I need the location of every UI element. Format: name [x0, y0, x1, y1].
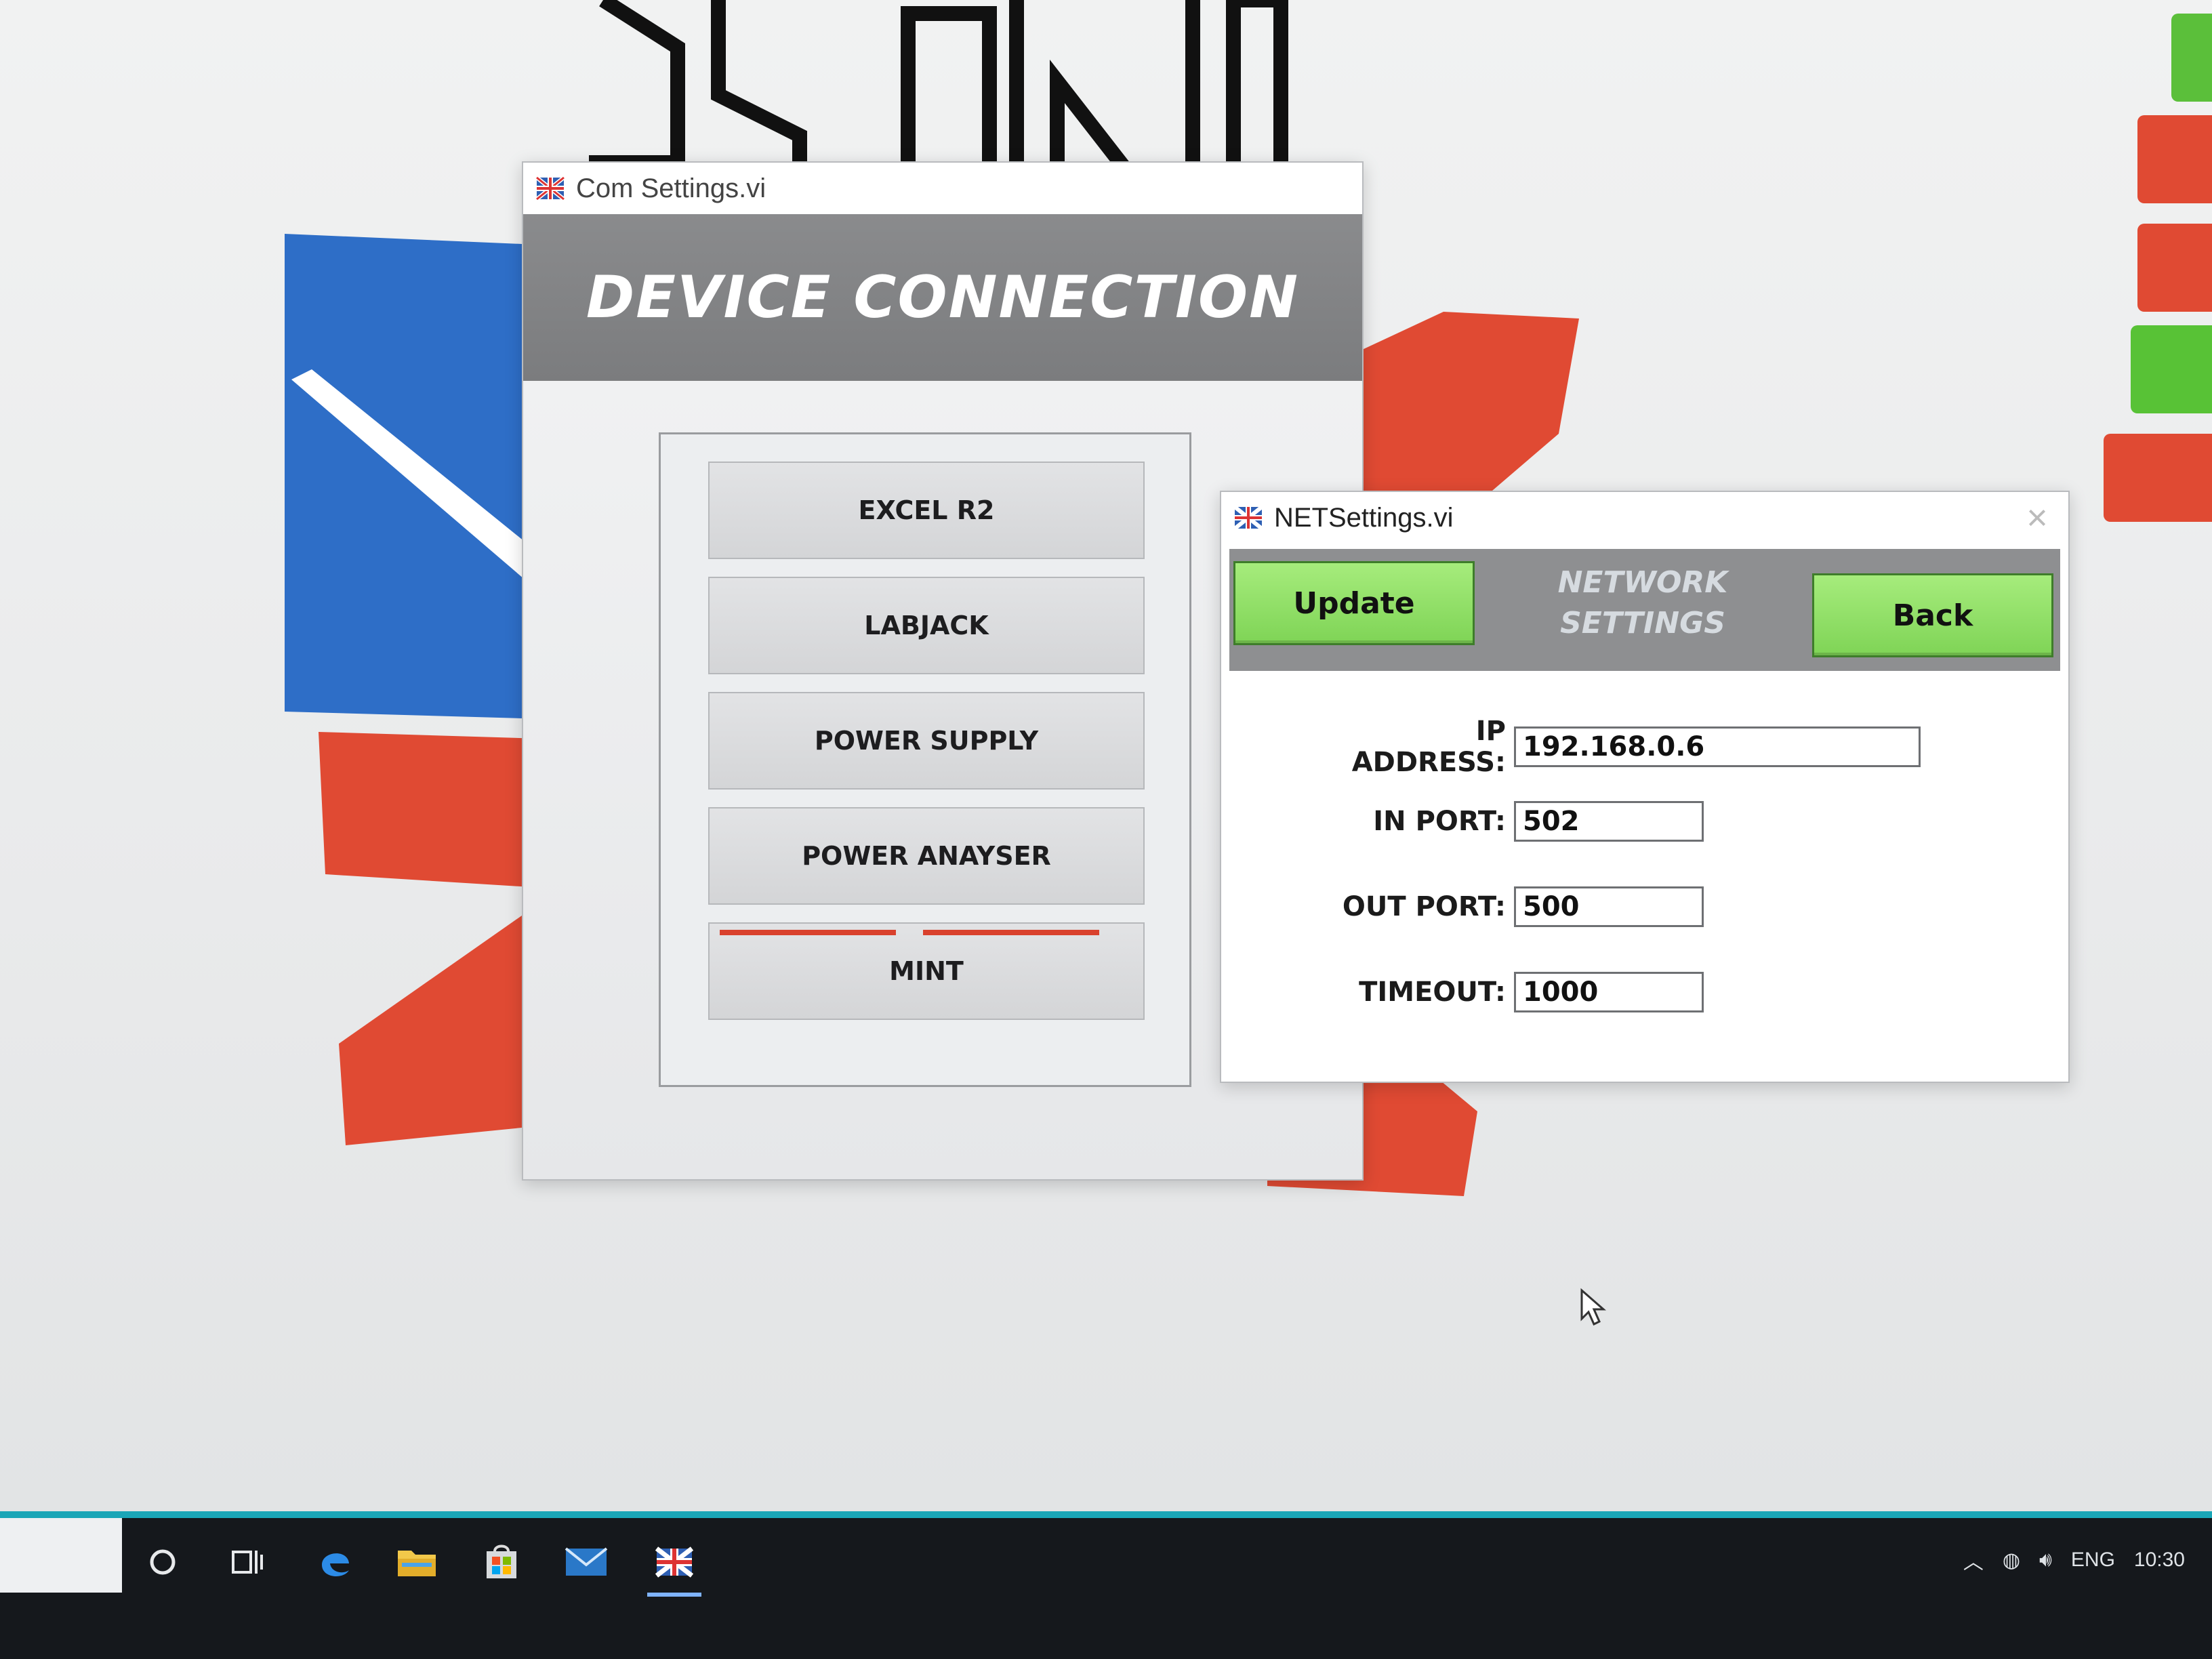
out-port-row: OUT PORT:: [1323, 886, 1704, 927]
mouse-cursor-icon: [1580, 1288, 1606, 1326]
system-tray: ︿ ◍ 🔊︎ ENG 10:30: [1963, 1545, 2185, 1575]
file-explorer-icon[interactable]: [393, 1538, 441, 1586]
mint-button[interactable]: MINT: [708, 922, 1145, 1020]
power-supply-button[interactable]: POWER SUPPLY: [708, 692, 1145, 790]
taskbar-start-area[interactable]: [0, 1518, 122, 1593]
in-port-field[interactable]: [1514, 801, 1704, 842]
volume-icon[interactable]: 🔊︎: [2039, 1549, 2052, 1572]
taskbar-active-indicator: [647, 1593, 701, 1597]
update-button[interactable]: Update: [1233, 561, 1475, 645]
device-connection-header: DEVICE CONNECTION: [523, 214, 1362, 408]
app-flag-icon[interactable]: [651, 1538, 698, 1586]
mail-icon[interactable]: [562, 1538, 610, 1586]
logo-red-block-2: [339, 901, 549, 1145]
network-icon[interactable]: ◍: [2003, 1549, 2020, 1572]
power-analyser-button[interactable]: POWER ANAYSER: [708, 807, 1145, 905]
network-settings-form: IP ADDRESS: IN PORT: OUT PORT: TIMEOUT:: [1221, 675, 2068, 1082]
ip-address-field[interactable]: [1514, 726, 1921, 767]
labjack-button[interactable]: LABJACK: [708, 577, 1145, 674]
chevron-up-icon[interactable]: ︿: [1963, 1545, 1984, 1575]
app-flag-icon: [1233, 505, 1263, 531]
logo-blue-block: [285, 234, 522, 718]
network-settings-line1: NETWORK: [1557, 565, 1728, 600]
timeout-field[interactable]: [1514, 972, 1704, 1012]
clock[interactable]: 10:30: [2134, 1549, 2185, 1572]
network-settings-line2: SETTINGS: [1560, 606, 1725, 640]
status-tile-green-1[interactable]: [2171, 14, 2212, 102]
timeout-row: TIMEOUT:: [1323, 972, 1704, 1012]
network-settings-bar: Update NETWORK SETTINGS Back: [1229, 549, 2060, 671]
in-port-row: IN PORT:: [1323, 801, 1704, 842]
status-tile-green-2[interactable]: [2131, 325, 2212, 413]
status-tile-red-1[interactable]: [2137, 115, 2212, 203]
status-tile-red-2[interactable]: [2137, 224, 2212, 312]
ip-address-row: IP ADDRESS:: [1323, 716, 1921, 778]
net-settings-window: NETSettings.vi × Update NETWORK SETTINGS…: [1220, 491, 2070, 1083]
com-window-title: Com Settings.vi: [576, 173, 766, 203]
device-connection-title: DEVICE CONNECTION: [586, 264, 1300, 331]
logo-red-block-1: [319, 732, 542, 888]
status-tile-red-3[interactable]: [2104, 434, 2212, 522]
red-rule-left: [720, 930, 896, 935]
language-indicator[interactable]: ENG: [2071, 1549, 2115, 1572]
task-view-icon[interactable]: [224, 1538, 271, 1586]
net-titlebar: NETSettings.vi: [1221, 492, 2068, 544]
red-rule-right: [923, 930, 1099, 935]
edge-icon[interactable]: [312, 1538, 359, 1586]
net-close-icon[interactable]: ×: [2018, 499, 2056, 537]
device-button-panel: EXCEL R2 LABJACK POWER SUPPLY POWER ANAY…: [659, 432, 1191, 1087]
network-settings-title: NETWORK SETTINGS: [1521, 562, 1765, 644]
search-icon[interactable]: [139, 1538, 186, 1586]
back-button[interactable]: Back: [1812, 573, 2053, 657]
excel-r2-button[interactable]: EXCEL R2: [708, 462, 1145, 559]
out-port-label: OUT PORT:: [1342, 891, 1506, 922]
taskbar: ︿ ◍ 🔊︎ ENG 10:30: [0, 1518, 2212, 1659]
app-flag-icon: [535, 176, 565, 201]
net-window-title: NETSettings.vi: [1274, 502, 1454, 533]
timeout-label: TIMEOUT:: [1359, 977, 1506, 1008]
out-port-field[interactable]: [1514, 886, 1704, 927]
com-titlebar: Com Settings.vi: [523, 163, 1362, 214]
taskbar-accent: [0, 1511, 2212, 1518]
ip-address-label: IP ADDRESS:: [1351, 716, 1506, 778]
in-port-label: IN PORT:: [1373, 806, 1506, 837]
store-icon[interactable]: [478, 1538, 525, 1586]
